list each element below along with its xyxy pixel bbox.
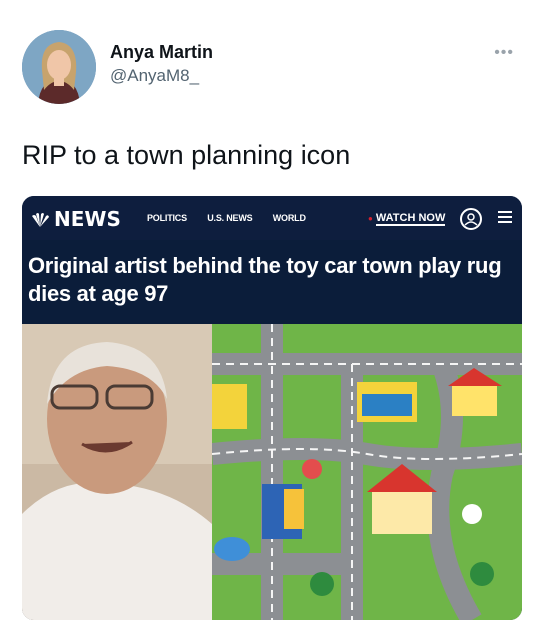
person-icon — [464, 213, 478, 226]
account-icon[interactable] — [460, 208, 482, 230]
artist-photo — [22, 324, 212, 620]
avatar-image — [22, 30, 96, 104]
tweet-text: RIP to a town planning icon — [22, 140, 351, 170]
toy-rug-image — [212, 324, 522, 620]
peacock-icon — [32, 213, 49, 227]
logo-text: NEWS — [54, 207, 121, 231]
watch-now-link[interactable]: ● WATCH NOW — [368, 212, 446, 226]
author-name[interactable]: Anya Martin — [110, 41, 213, 63]
live-dot-icon: ● — [368, 214, 373, 223]
nav-world[interactable]: WORLD — [273, 213, 306, 223]
more-horizontal-icon[interactable]: ••• — [494, 44, 514, 62]
menu-icon[interactable] — [497, 209, 513, 225]
news-nav: POLITICS U.S. NEWS WORLD — [147, 213, 324, 223]
avatar[interactable] — [22, 30, 96, 104]
news-navbar: NEWS POLITICS U.S. NEWS WORLD ● WATCH NO… — [22, 196, 522, 240]
article-headline[interactable]: Original artist behind the toy car town … — [28, 252, 513, 308]
nav-us-news[interactable]: U.S. NEWS — [207, 213, 252, 223]
tweet-header: Anya Martin @AnyaM8_ ••• — [22, 28, 522, 108]
watch-now-label: WATCH NOW — [375, 212, 446, 226]
author-handle[interactable]: @AnyaM8_ — [110, 65, 213, 87]
news-logo[interactable]: NEWS — [30, 207, 121, 231]
nav-politics[interactable]: POLITICS — [147, 213, 187, 223]
tweet-media[interactable]: NEWS POLITICS U.S. NEWS WORLD ● WATCH NO… — [22, 196, 522, 620]
